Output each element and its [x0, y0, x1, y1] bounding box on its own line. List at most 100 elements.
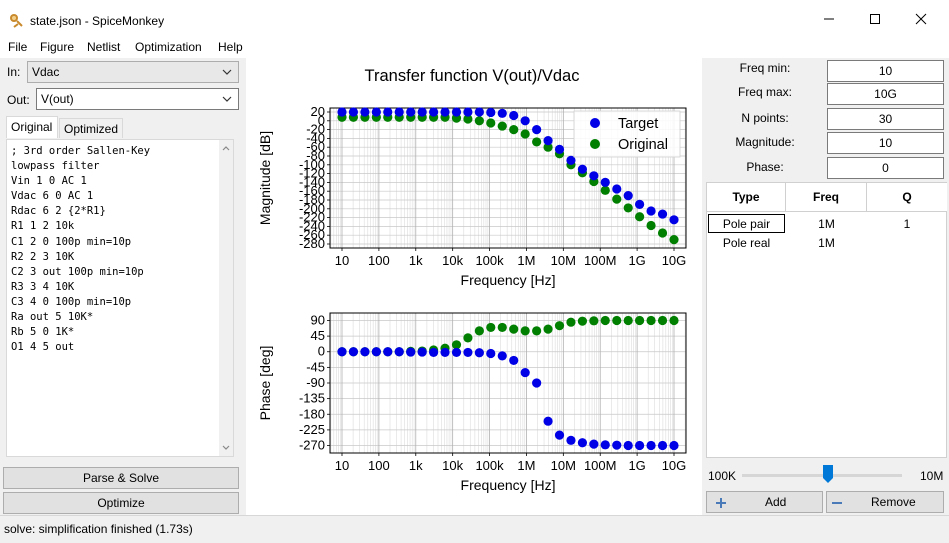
x-axis-label: Frequency [Hz] — [461, 477, 556, 493]
left-panel: In: Vdac Out: V(out) Original Optimized … — [0, 58, 244, 515]
netlist-line[interactable]: R3 3 4 10K — [11, 280, 217, 295]
x-tick-label: 100 — [368, 458, 390, 473]
data-point-target — [383, 347, 393, 357]
window-title: state.json - SpiceMonkey — [30, 14, 165, 28]
menu-netlist[interactable]: Netlist — [87, 40, 120, 54]
netlist-line[interactable]: R1 1 2 10k — [11, 219, 217, 234]
data-point-target — [566, 435, 576, 445]
chevron-down-icon — [222, 69, 232, 75]
phase-input[interactable]: 0 — [827, 157, 944, 179]
netlist-line[interactable]: Vin 1 0 AC 1 — [11, 174, 217, 189]
data-point-target — [646, 206, 656, 216]
tab-original[interactable]: Original — [6, 116, 58, 138]
data-point-target — [394, 347, 404, 357]
data-point-original — [509, 324, 519, 334]
menu-bar: File Figure Netlist Optimization Help — [0, 38, 949, 58]
cell-type[interactable]: Pole real — [708, 233, 785, 252]
data-point-target — [509, 110, 519, 121]
netlist-line[interactable]: C3 4 0 100p min=10p — [11, 295, 217, 310]
close-button[interactable] — [898, 0, 944, 38]
x-tick-label: 1G — [628, 458, 645, 473]
monkey-app-icon — [10, 14, 23, 28]
status-text: solve: simplification finished (1.73s) — [4, 522, 193, 536]
cell-type[interactable]: Pole pair — [708, 214, 785, 233]
data-point-target — [612, 440, 622, 450]
cell-freq[interactable]: 1M — [786, 214, 867, 233]
netlist-line[interactable]: O1 4 5 out — [11, 340, 217, 355]
y-axis-label: Phase [deg] — [257, 346, 273, 421]
netlist-editor[interactable]: ; 3rd order Sallen-Key lowpass filter Vin … — [6, 139, 234, 457]
netlist-line[interactable]: Ra out 5 10K* — [11, 310, 217, 325]
close-icon — [915, 13, 927, 25]
editor-scrollbar[interactable] — [219, 140, 233, 456]
data-point-target — [669, 440, 679, 451]
data-point-target — [520, 367, 530, 378]
data-point-original — [497, 322, 507, 333]
data-point-target — [554, 430, 565, 440]
data-point-original — [600, 315, 610, 326]
data-point-target — [646, 440, 656, 451]
data-point-target — [360, 107, 370, 117]
cell-q[interactable]: 1 — [867, 214, 947, 233]
data-point-target — [348, 347, 359, 357]
remove-button[interactable]: Remove — [826, 491, 944, 513]
data-point-target — [497, 351, 507, 361]
x-tick-label: 100M — [584, 458, 617, 473]
scroll-up-icon[interactable] — [222, 146, 230, 151]
data-point-target — [371, 347, 381, 357]
add-button[interactable]: Add — [706, 491, 823, 513]
netlist-line[interactable]: Rb 5 0 1K* — [11, 325, 217, 340]
freq-max-input[interactable]: 10G — [827, 83, 944, 105]
netlist-line[interactable]: C2 3 out 100p min=10p — [11, 265, 217, 280]
slider-thumb[interactable] — [822, 464, 834, 484]
netlist-line[interactable]: C1 2 0 100p min=10p — [11, 235, 217, 250]
y-tick-label: 0 — [318, 344, 325, 359]
x-tick-label: 100k — [475, 458, 504, 473]
out-select[interactable]: V(out) — [36, 88, 239, 110]
freq-min-input[interactable]: 10 — [827, 60, 944, 82]
menu-file[interactable]: File — [8, 40, 27, 54]
optimize-button[interactable]: Optimize — [3, 492, 239, 514]
netlist-text[interactable]: ; 3rd order Sallen-Key lowpass filter Vin … — [11, 144, 217, 355]
magnitude-input[interactable]: 10 — [827, 132, 944, 154]
menu-figure[interactable]: Figure — [40, 40, 74, 54]
data-point-original — [486, 118, 496, 128]
data-point-target — [543, 416, 553, 426]
col-type-header[interactable]: Type — [707, 183, 786, 212]
y-tick-label: 45 — [311, 328, 325, 343]
col-q-header[interactable]: Q — [867, 183, 947, 212]
netlist-line[interactable]: Vdac 6 0 AC 1 — [11, 189, 217, 204]
maximize-button[interactable] — [852, 0, 898, 38]
x-tick-label: 100 — [368, 253, 390, 268]
netlist-line[interactable]: ; 3rd order Sallen-Key — [11, 144, 217, 159]
x-axis-label: Frequency [Hz] — [461, 272, 556, 288]
status-bar: solve: simplification finished (1.73s) — [0, 515, 949, 543]
data-point-target — [577, 438, 588, 448]
netlist-line[interactable]: R2 2 3 10K — [11, 250, 217, 265]
menu-optimization[interactable]: Optimization — [135, 40, 202, 54]
data-point-target — [635, 199, 645, 209]
x-tick-label: 1G — [628, 253, 645, 268]
netlist-line[interactable]: lowpass filter — [11, 159, 217, 174]
data-point-target — [337, 347, 347, 357]
data-point-target — [509, 355, 519, 366]
data-point-target — [474, 107, 484, 117]
n-points-input[interactable]: 30 — [827, 108, 944, 130]
scroll-down-icon[interactable] — [222, 445, 230, 450]
col-freq-header[interactable]: Freq — [786, 183, 867, 212]
parse-solve-button[interactable]: Parse & Solve — [3, 467, 239, 489]
data-point-target — [360, 347, 370, 357]
y-tick-label: -225 — [299, 422, 325, 437]
data-point-target — [348, 107, 359, 117]
netlist-line[interactable]: Rdac 6 2 {2*R1} — [11, 204, 217, 219]
tab-optimized[interactable]: Optimized — [59, 118, 123, 138]
minimize-button[interactable] — [806, 0, 852, 38]
plot-canvas[interactable]: 20 0 -20 -40 -60 -80 -100 -120 -140 -160 -180 -200-… — [246, 58, 702, 515]
freq-min-label: Freq min: — [739, 61, 791, 75]
menu-help[interactable]: Help — [218, 40, 243, 54]
minus-icon — [832, 502, 842, 504]
cell-q[interactable] — [867, 233, 947, 252]
title-bar: state.json - SpiceMonkey — [0, 0, 949, 38]
in-select[interactable]: Vdac — [27, 61, 239, 83]
cell-freq[interactable]: 1M — [786, 233, 867, 252]
